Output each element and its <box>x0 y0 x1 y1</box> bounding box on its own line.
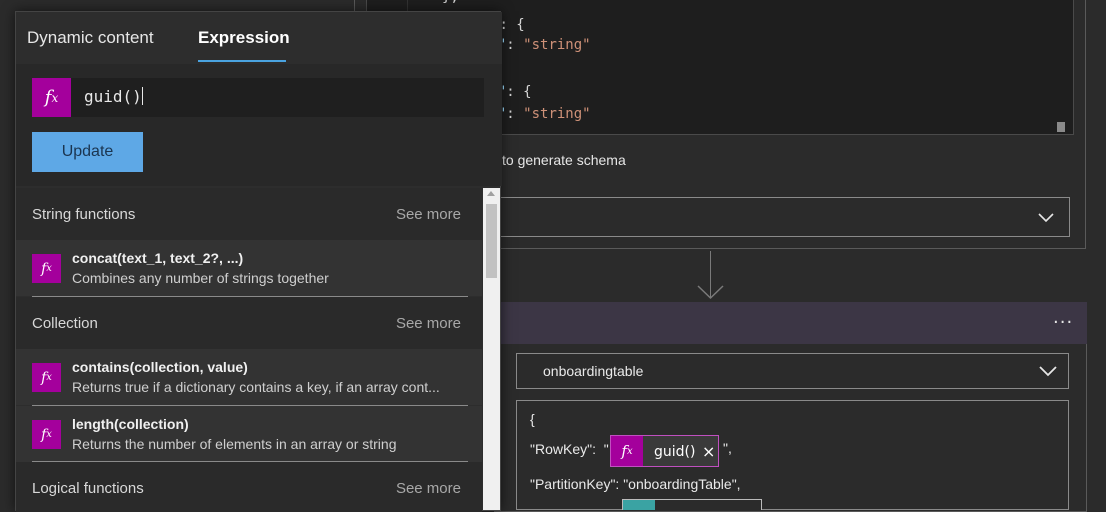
token-label: guid() <box>654 444 696 460</box>
dynamic-content-panel: Dynamic content Expression fx guid() Upd… <box>15 11 502 512</box>
tab-expression[interactable]: Expression <box>198 28 290 48</box>
code-scrollbar-thumb[interactable] <box>1057 122 1065 132</box>
more-icon[interactable]: ··· <box>1053 312 1073 333</box>
entity-rowkey-suffix: ", <box>723 440 732 456</box>
action-card-header[interactable] <box>494 302 1087 344</box>
function-description: Combines any number of strings together <box>72 270 329 286</box>
fx-icon: fx <box>32 363 61 392</box>
function-description: Returns the number of elements in an arr… <box>72 436 397 452</box>
scroll-up-icon[interactable] <box>487 191 495 196</box>
section-title: Logical functions <box>32 480 144 497</box>
content-type-select[interactable] <box>494 197 1070 237</box>
fx-icon: fx <box>32 254 61 283</box>
function-name: length(collection) <box>72 416 189 432</box>
panel-tabs: Dynamic content Expression <box>16 12 502 64</box>
function-item-concat[interactable]: fx concat(text_1, text_2?, ...) Combines… <box>16 240 482 296</box>
see-more-link[interactable]: See more <box>396 480 461 497</box>
function-name: contains(collection, value) <box>72 359 248 375</box>
section-header-string-functions: String functions See more <box>16 188 482 240</box>
text-caret <box>141 87 143 105</box>
chevron-down-icon <box>1038 362 1058 384</box>
code-line-1: }, <box>442 0 459 5</box>
expression-input[interactable]: guid() <box>84 87 143 106</box>
arrow-down-icon <box>697 278 724 304</box>
entity-rowkey-label: "RowKey": " <box>530 441 609 457</box>
entity-json-editor[interactable]: { "RowKey": " "PartitionKey": "onboardin… <box>516 400 1069 510</box>
token-icon <box>623 500 655 510</box>
function-item-contains[interactable]: fx contains(collection, value) Returns t… <box>16 349 482 405</box>
entity-open-brace: { <box>530 411 535 427</box>
function-list: String functions See more fx concat(text… <box>16 188 482 512</box>
fx-icon: fx <box>32 420 61 449</box>
fx-icon: fx <box>32 78 71 117</box>
partial-token-chip[interactable] <box>622 499 762 510</box>
close-icon[interactable]: × <box>702 442 715 461</box>
section-title: Collection <box>32 315 98 332</box>
function-description: Returns true if a dictionary contains a … <box>72 379 440 395</box>
update-button[interactable]: Update <box>32 132 143 172</box>
function-item-length[interactable]: fx length(collection) Returns the number… <box>16 406 482 462</box>
function-list-scrollbar[interactable] <box>483 188 500 510</box>
table-select-value: onboardingtable <box>543 363 644 379</box>
chevron-down-icon <box>1037 208 1055 230</box>
table-select[interactable]: onboardingtable <box>516 353 1069 389</box>
generate-schema-link[interactable]: to generate schema <box>502 152 626 168</box>
section-header-logical-functions: Logical functions See more <box>16 462 482 512</box>
tab-dynamic-content[interactable]: Dynamic content <box>27 28 154 48</box>
scrollbar-thumb[interactable] <box>486 204 497 278</box>
expression-input-box[interactable]: fx guid() <box>32 78 484 117</box>
guid-expression-token[interactable]: fx guid() × <box>610 435 719 467</box>
see-more-link[interactable]: See more <box>396 206 461 223</box>
section-title: String functions <box>32 206 136 223</box>
active-tab-indicator <box>198 60 286 62</box>
function-name: concat(text_1, text_2?, ...) <box>72 250 244 266</box>
section-header-collection: Collection See more <box>16 297 482 349</box>
see-more-link[interactable]: See more <box>396 315 461 332</box>
entity-partitionkey-line: "PartitionKey": "onboardingTable", <box>530 476 741 492</box>
fx-icon: fx <box>611 436 643 466</box>
